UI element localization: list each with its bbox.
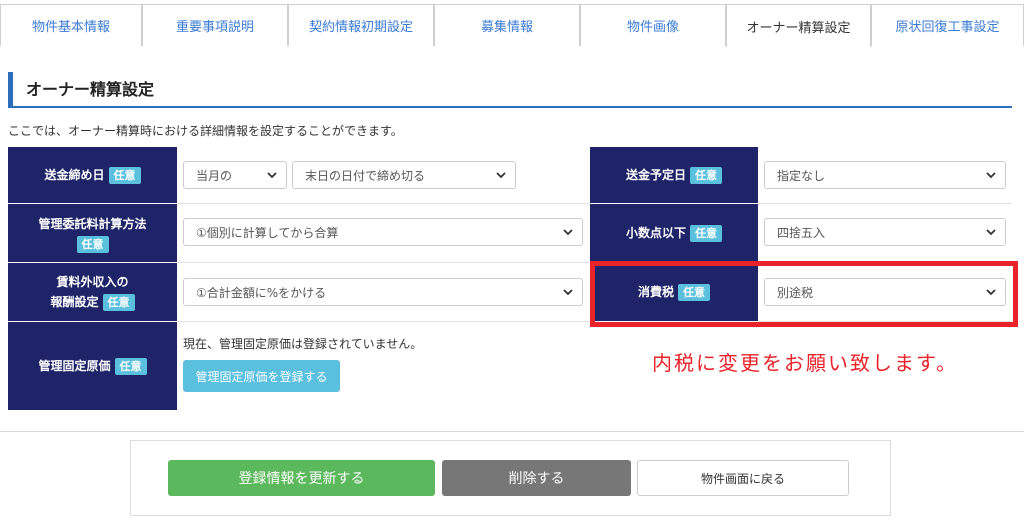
label-remit-cutoff: 送金締め日 任意: [8, 147, 177, 204]
remit-date-select[interactable]: 指定なし: [764, 161, 1006, 189]
label-decimal: 小数点以下 任意: [590, 204, 758, 263]
tab-bar: 物件基本情報 重要事項説明 契約情報初期設定 募集情報 物件画像 オーナー精算設…: [0, 0, 1024, 47]
tab-contract-initial[interactable]: 契約情報初期設定: [288, 4, 434, 46]
select-value: 末日の日付で締め切る: [305, 168, 426, 183]
non-rent-income-select[interactable]: ①合計金額に%をかける: [183, 278, 583, 306]
optional-badge: 任意: [690, 166, 722, 184]
chevron-down-icon: [563, 289, 573, 296]
select-value: ①個別に計算してから合算: [196, 225, 339, 240]
optional-badge: 任意: [114, 357, 147, 375]
select-value: 指定なし: [777, 168, 826, 183]
register-fixed-cost-button[interactable]: 管理固定原価を登録する: [183, 360, 340, 392]
tab-restoration-work[interactable]: 原状回復工事設定: [871, 4, 1024, 46]
select-value: 四捨五入: [777, 225, 826, 240]
mgmt-fixed-cost-note: 現在、管理固定原価は登録されていません。: [183, 337, 423, 351]
update-button[interactable]: 登録情報を更新する: [168, 460, 435, 496]
tab-property-basic[interactable]: 物件基本情報: [0, 4, 142, 46]
optional-badge: 任意: [108, 166, 141, 184]
annotation-text: 内税に変更をお願い致します。: [652, 351, 958, 375]
chevron-down-icon: [986, 229, 996, 236]
label-text: 送金予定日: [625, 168, 686, 182]
optional-badge: 任意: [102, 294, 135, 311]
label-text: 小数点以下: [625, 226, 686, 240]
optional-badge: 任意: [690, 224, 722, 242]
label-mgmt-fee-method: 管理委託料計算方法 任意: [8, 204, 177, 263]
tax-highlight-box: [590, 261, 1018, 327]
decimal-rounding-select[interactable]: 四捨五入: [764, 218, 1006, 246]
remit-cutoff-day-select[interactable]: 末日の日付で締め切る: [292, 161, 516, 189]
label-remit-date: 送金予定日 任意: [590, 147, 758, 204]
tab-recruitment[interactable]: 募集情報: [434, 4, 580, 46]
remit-cutoff-month-select[interactable]: 当月の: [183, 161, 287, 189]
delete-button[interactable]: 削除する: [442, 460, 631, 496]
chevron-down-icon: [496, 172, 506, 179]
tab-important-matters[interactable]: 重要事項説明: [142, 4, 288, 46]
optional-badge: 任意: [76, 235, 109, 253]
select-value: ①合計金額に%をかける: [196, 285, 327, 300]
section-description: ここでは、オーナー精算時における詳細情報を設定することができます。: [8, 124, 403, 138]
label-non-rent-income: 賃料外収入の 報酬設定 任意: [8, 263, 177, 322]
select-value: 当月の: [196, 168, 233, 183]
tab-property-images[interactable]: 物件画像: [580, 4, 726, 46]
label-text-line2: 報酬設定: [50, 295, 99, 309]
section-header: オーナー精算設定: [8, 70, 1012, 108]
chevron-down-icon: [563, 229, 573, 236]
back-to-property-button[interactable]: 物件画面に戻る: [637, 460, 849, 496]
label-text-line1: 賃料外収入の: [56, 275, 129, 289]
tab-owner-settlement[interactable]: オーナー精算設定: [726, 4, 871, 47]
page-title: オーナー精算設定: [26, 80, 155, 99]
label-mgmt-fixed-cost: 管理固定原価 任意: [8, 322, 177, 411]
label-text: 管理委託料計算方法: [38, 216, 147, 231]
mgmt-fee-method-select[interactable]: ①個別に計算してから合算: [183, 218, 583, 246]
label-text: 送金締め日: [44, 168, 105, 182]
chevron-down-icon: [267, 172, 277, 179]
chevron-down-icon: [986, 172, 996, 179]
label-text: 管理固定原価: [38, 359, 111, 373]
section-accent-bar: [8, 72, 13, 106]
